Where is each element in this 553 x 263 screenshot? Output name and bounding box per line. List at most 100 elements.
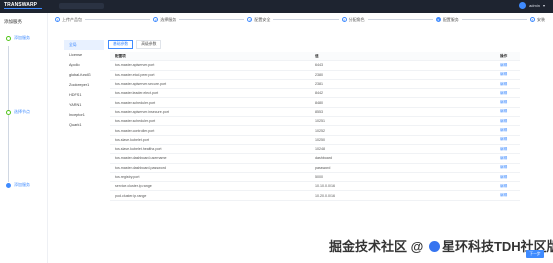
- config-value: 8480: [315, 100, 323, 105]
- step-number: 1: [55, 17, 60, 22]
- column-header: 值: [315, 53, 319, 58]
- step-label: 上传产品包: [62, 16, 82, 22]
- service-item[interactable]: HDFS1: [64, 90, 104, 100]
- table-row: service.cluster.ip.range 10.10.0.0/16 编辑: [110, 182, 520, 192]
- edit-link[interactable]: 编辑: [500, 193, 520, 198]
- table-row: pod.cluster.ip.range 10.20.0.0/16 编辑: [110, 191, 520, 201]
- edit-link[interactable]: 编辑: [500, 100, 520, 105]
- config-key: tos.master.leader.elect.port: [115, 91, 159, 96]
- table-row: tos.registry.port 5000 编辑: [110, 173, 520, 183]
- table-row: tos.master.dashboard.password password 编辑: [110, 164, 520, 173]
- config-key: tos.master.scheduler.port: [115, 119, 156, 124]
- edit-link[interactable]: 编辑: [500, 165, 520, 170]
- step-done-icon: [6, 109, 11, 115]
- edit-link[interactable]: 编辑: [500, 63, 520, 68]
- config-key: tos.master.dashboard.username: [115, 156, 167, 161]
- table-row: tos.master.leader.elect.port 8442 编辑: [110, 89, 520, 99]
- edit-link[interactable]: 编辑: [500, 91, 520, 96]
- service-item[interactable]: YARN1: [64, 100, 104, 110]
- sidebar-step-3[interactable]: 添加服务: [6, 182, 30, 188]
- service-item[interactable]: Quark1: [64, 120, 104, 130]
- edit-link[interactable]: 编辑: [500, 72, 520, 77]
- service-item[interactable]: Zookeeper1: [64, 80, 104, 90]
- service-item[interactable]: Inceptor1: [64, 110, 104, 120]
- progress-step-5: 5 配置服务: [435, 16, 459, 23]
- brand-circle-icon: [428, 241, 440, 252]
- config-value: 10252: [315, 128, 325, 133]
- progress-step-3: 3 配置安全: [247, 17, 270, 23]
- edit-link[interactable]: 编辑: [500, 137, 520, 142]
- edit-link[interactable]: 编辑: [500, 109, 520, 114]
- step-label: 分配角色: [348, 16, 365, 22]
- config-key: tos.master.apiserver.port: [115, 63, 155, 68]
- config-value: password: [315, 165, 331, 170]
- sidebar-title: 添加服务: [4, 19, 22, 24]
- config-table: 配置项 值 操作 tos.master.apiserver.port 6443 编辑…: [110, 52, 520, 201]
- edit-link[interactable]: 编辑: [500, 119, 520, 124]
- tab-advanced-params[interactable]: 高级参数: [136, 40, 162, 49]
- top-bar: TRANSWARP admin ▾: [0, 0, 553, 13]
- progress-step-2: 2 选择服务: [153, 17, 176, 23]
- step-number: 6: [530, 17, 536, 22]
- user-name: admin: [529, 3, 540, 8]
- step-label: 添加服务: [14, 35, 30, 40]
- edit-link[interactable]: 编辑: [500, 156, 520, 161]
- config-value: 10251: [315, 119, 325, 124]
- edit-link[interactable]: 编辑: [500, 128, 520, 133]
- progress-line: [461, 19, 528, 20]
- config-key: tos.master.apiserver.insecure.port: [115, 109, 169, 114]
- tab-basic-params[interactable]: 基础参数: [108, 40, 134, 49]
- chevron-down-icon: ▾: [542, 3, 545, 8]
- config-value: 2381: [315, 82, 323, 87]
- step-label: 配置服务: [442, 16, 459, 22]
- step-label: 添加服务: [14, 182, 30, 187]
- watermark-left: 掘金技术社区: [329, 239, 408, 254]
- user-menu[interactable]: admin ▾: [519, 2, 545, 9]
- config-key: pod.cluster.ip.range: [115, 193, 147, 198]
- table-header: 配置项 值 操作: [110, 52, 520, 62]
- column-header: 配置项: [115, 53, 126, 58]
- step-active-icon: [6, 182, 11, 188]
- sidebar-step-2[interactable]: 选择节点: [6, 109, 30, 115]
- config-value: 10248: [315, 147, 325, 152]
- table-row: tos.master.controller.port 10252 编辑: [110, 126, 520, 136]
- step-label: 配置安全: [254, 16, 271, 22]
- table-row: tos.slave.kubelet.healthz.port 10248 编辑: [110, 145, 520, 155]
- progress-step-1: 1 上传产品包: [55, 17, 82, 23]
- edit-link[interactable]: 编辑: [500, 184, 520, 189]
- progress-line: [367, 19, 433, 20]
- next-button[interactable]: 下一步: [526, 250, 544, 258]
- config-value: 6443: [315, 63, 323, 68]
- config-key: tos.master.apiserver.secure.port: [115, 82, 167, 87]
- table-row: tos.master.scheduler.port 10251 编辑: [110, 117, 520, 127]
- service-list: 全局 License Apollo global-fundG Zookeeper…: [64, 40, 104, 130]
- step-done-icon: [6, 35, 11, 41]
- edit-link[interactable]: 编辑: [500, 147, 520, 152]
- step-number: 5: [435, 17, 441, 22]
- service-item[interactable]: 全局: [64, 40, 104, 50]
- table-row: tos.master.scheduler.port 8480 编辑: [110, 98, 520, 108]
- progress-line: [179, 19, 245, 20]
- progress-line: [273, 19, 339, 20]
- step-number: 4: [341, 17, 347, 22]
- step-connector: [8, 46, 9, 111]
- config-key: tos.master.scheduler.port: [115, 100, 156, 105]
- sidebar-step-1[interactable]: 添加服务: [6, 35, 30, 41]
- service-item[interactable]: Apollo: [64, 60, 104, 70]
- sidebar: 添加服务 添加服务 选择节点 添加服务: [0, 13, 48, 263]
- config-key: tos.slave.kubelet.healthz.port: [115, 147, 162, 152]
- table-row: tos.master.etcd.peer.port 2380 编辑: [110, 71, 520, 80]
- config-key: tos.master.etcd.peer.port: [115, 72, 155, 77]
- edit-link[interactable]: 编辑: [500, 82, 520, 87]
- config-value: 10250: [315, 137, 325, 142]
- service-item[interactable]: global-fundG: [64, 70, 104, 80]
- watermark: 掘金技术社区 @ 星环科技TDH社区版: [329, 236, 553, 255]
- service-item[interactable]: License: [64, 50, 104, 60]
- config-value: 10.20.0.0/16: [315, 193, 335, 198]
- config-value: dashboard: [315, 156, 332, 161]
- step-label: 选择节点: [14, 109, 30, 114]
- edit-link[interactable]: 编辑: [500, 175, 520, 180]
- table-row: tos.master.apiserver.insecure.port 8553 编辑: [110, 108, 520, 118]
- step-number: 2: [153, 17, 159, 22]
- config-value: 2380: [315, 72, 323, 77]
